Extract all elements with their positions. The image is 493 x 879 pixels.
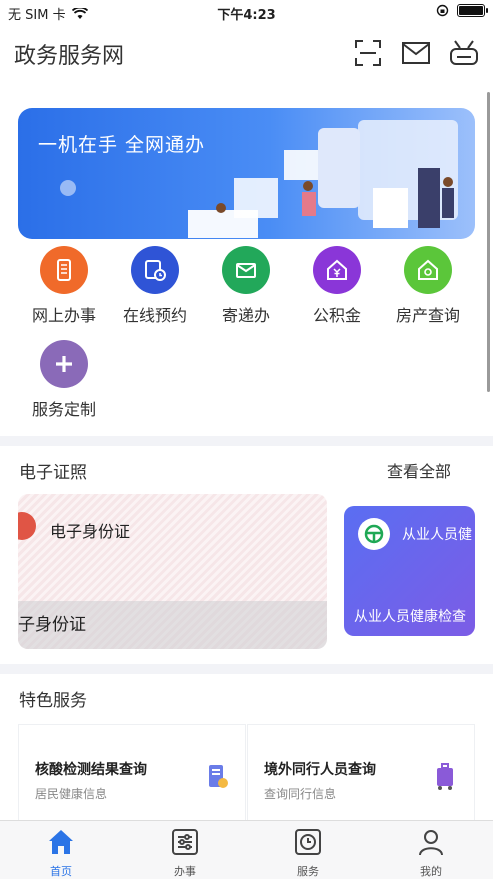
robot-icon [450, 40, 478, 65]
clock: 下午4:23 [217, 8, 276, 23]
house-yen-icon [313, 246, 361, 294]
service-housing-fund[interactable]: 公积金 [291, 246, 383, 326]
test-report-icon [209, 765, 228, 788]
feature-card-travel-companion[interactable]: 境外同行人员查询 查询同行信息 [247, 724, 475, 824]
service-customize[interactable]: 服务定制 [18, 340, 110, 420]
certificate-name: 电子身份证 [50, 522, 131, 541]
tab-services[interactable]: 服务 [268, 827, 348, 879]
view-all-link[interactable]: 查看全部 [387, 458, 451, 482]
mail-icon [222, 246, 270, 294]
scrollbar[interactable] [487, 92, 490, 392]
robot-assistant-button[interactable] [449, 38, 479, 68]
bottom-tab-bar: 首页 办事 服务 我的 [0, 820, 493, 879]
section-title: 特色服务 [19, 691, 87, 711]
message-button[interactable] [401, 38, 431, 68]
section-title: 电子证照 [19, 463, 87, 483]
plus-icon [40, 340, 88, 388]
steering-wheel-icon [358, 518, 390, 550]
tab-affairs[interactable]: 办事 [145, 827, 225, 879]
luggage-icon [437, 763, 453, 790]
certificate-name: 从业人员健 [402, 527, 472, 543]
sliders-icon [172, 829, 198, 855]
app-header: 政务服务网 [0, 24, 493, 86]
feature-card-nucleic-test[interactable]: 核酸检测结果查询 居民健康信息 [18, 724, 246, 824]
home-top-section: 一机在手 全网通办 网上办事 在线预约 寄递办 公积金 房产查询 服务定制 [0, 86, 493, 436]
app-screen: 无 SIM 卡 下午4:23 政务服务网 一机在手 全网通办 网上办事 在线预约… [0, 0, 493, 879]
status-bar: 无 SIM 卡 下午4:23 [0, 0, 493, 24]
scan-button[interactable] [353, 38, 383, 68]
certificate-subtitle: 子身份证 [18, 615, 86, 635]
phone-icon [40, 246, 88, 294]
scan-icon [355, 40, 381, 66]
service-mail-delivery[interactable]: 寄递办 [200, 246, 292, 326]
emblem-icon [18, 512, 36, 540]
clock-icon [295, 829, 321, 855]
calendar-clock-icon [131, 246, 179, 294]
user-icon [419, 830, 443, 856]
home-icon [49, 830, 73, 854]
service-online-affairs[interactable]: 网上办事 [18, 246, 110, 326]
e-certificates-section: 电子证照 查看全部 电子身份证 子身份证 从业人员健 从业人员健康检查 [0, 446, 493, 664]
tab-mine[interactable]: 我的 [391, 827, 471, 879]
mail-icon [402, 42, 430, 64]
certificate-subtitle: 从业人员健康检查 [354, 609, 466, 625]
orientation-lock-icon [436, 4, 449, 17]
featured-services-section: 特色服务 核酸检测结果查询 居民健康信息 境外同行人员查询 查询同行信息 [0, 674, 493, 824]
house-search-icon [404, 246, 452, 294]
id-card-certificate[interactable]: 电子身份证 子身份证 [18, 494, 327, 649]
tab-home[interactable]: 首页 [21, 827, 101, 879]
battery-icon [457, 4, 488, 17]
service-online-booking[interactable]: 在线预约 [109, 246, 201, 326]
health-certificate[interactable]: 从业人员健 从业人员健康检查 [344, 506, 475, 636]
promo-banner[interactable]: 一机在手 全网通办 [18, 108, 475, 239]
app-title: 政务服务网 [14, 44, 125, 69]
service-property-query[interactable]: 房产查询 [382, 246, 474, 326]
banner-illustration [60, 120, 458, 238]
